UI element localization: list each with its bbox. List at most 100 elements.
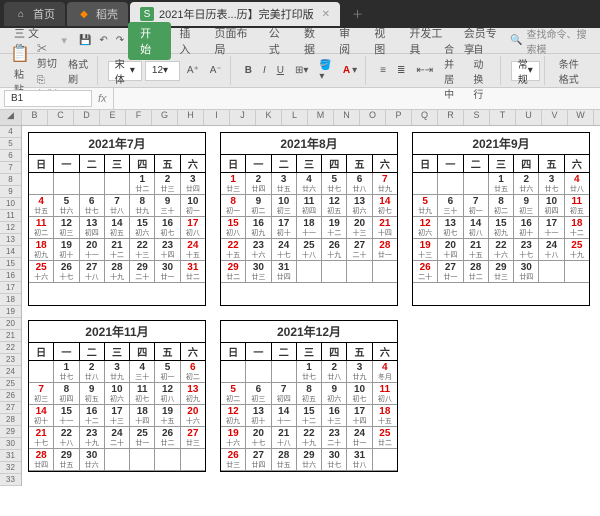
calendar-day: 14初七 (373, 195, 397, 217)
col-header[interactable]: R (438, 110, 464, 125)
col-header[interactable]: Q (412, 110, 438, 125)
row-header[interactable]: 23 (0, 354, 21, 366)
indent-icon[interactable]: ⇤⇥ (412, 63, 437, 78)
col-header[interactable]: O (360, 110, 386, 125)
close-icon[interactable]: ✕ (322, 9, 330, 20)
save-icon[interactable]: 💾 (75, 33, 95, 48)
row-header[interactable]: 18 (0, 294, 21, 306)
align-icon[interactable]: ≡ (376, 63, 390, 78)
row-header[interactable]: 13 (0, 234, 21, 246)
col-header[interactable]: C (48, 110, 74, 125)
format-brush[interactable]: 格式刷 (64, 54, 93, 88)
font-shrink-icon[interactable]: A⁻ (206, 63, 226, 78)
menu-layout[interactable]: 页面布局 (206, 22, 260, 60)
name-box[interactable]: B1 (4, 90, 92, 107)
tab-dock[interactable]: ◆稻壳 (67, 2, 128, 26)
menu-start[interactable]: 开始 (128, 22, 171, 60)
row-header[interactable]: 5 (0, 138, 21, 150)
fill-icon[interactable]: 🪣▾ (315, 58, 335, 84)
col-header[interactable]: V (542, 110, 568, 125)
row-header[interactable]: 9 (0, 186, 21, 198)
row-header[interactable]: 30 (0, 438, 21, 450)
row-header[interactable]: 21 (0, 330, 21, 342)
row-header[interactable]: 14 (0, 246, 21, 258)
size-combo[interactable]: 12 ▾ (145, 61, 180, 81)
col-header[interactable]: W (568, 110, 594, 125)
weekday-header: 六 (373, 343, 397, 361)
row-header[interactable]: 33 (0, 474, 21, 486)
row-header[interactable]: 24 (0, 366, 21, 378)
valign-icon[interactable]: ≣ (393, 63, 409, 78)
row-header[interactable]: 8 (0, 174, 21, 186)
fx-icon[interactable]: fx (92, 93, 113, 105)
formula-input[interactable] (113, 88, 600, 109)
col-header[interactable]: P (386, 110, 412, 125)
row-header[interactable]: 4 (0, 126, 21, 138)
condfmt-button[interactable]: 条件格式 (555, 54, 590, 88)
row-header[interactable]: 16 (0, 270, 21, 282)
col-header[interactable]: J (230, 110, 256, 125)
col-header[interactable]: E (100, 110, 126, 125)
row-header[interactable]: 6 (0, 150, 21, 162)
calendar-day: 23十四 (155, 239, 180, 261)
col-header[interactable]: S (464, 110, 490, 125)
weekday-header: 一 (246, 155, 271, 173)
row-header[interactable]: 31 (0, 450, 21, 462)
paste-icon[interactable]: 📋 (10, 44, 30, 64)
menu-data[interactable]: 数据 (296, 22, 331, 60)
row-header[interactable]: 15 (0, 258, 21, 270)
row-header[interactable]: 20 (0, 318, 21, 330)
menu-formula[interactable]: 公式 (261, 22, 296, 60)
row-header[interactable]: 7 (0, 162, 21, 174)
menu-view[interactable]: 视图 (366, 22, 401, 60)
font-combo[interactable]: 宋体 ▾ (108, 61, 142, 81)
col-header[interactable]: U (516, 110, 542, 125)
row-header[interactable]: 26 (0, 390, 21, 402)
col-header[interactable]: I (204, 110, 230, 125)
format-combo[interactable]: 常规 ▾ (511, 61, 540, 81)
color-icon[interactable]: A▾ (339, 63, 361, 78)
col-header[interactable]: F (126, 110, 152, 125)
col-header[interactable]: K (256, 110, 282, 125)
row-header[interactable]: 27 (0, 402, 21, 414)
row-header[interactable]: 19 (0, 306, 21, 318)
weekday-header: 四 (322, 155, 347, 173)
underline-icon[interactable]: U (273, 63, 288, 78)
weekday-header: 一 (438, 155, 463, 173)
redo-icon[interactable]: ↷ (112, 33, 128, 48)
sheet: ◢ BCDEFGHIJKLMNOPQRSTUVW 456789101112131… (0, 110, 600, 516)
row-header[interactable]: 12 (0, 222, 21, 234)
row-header[interactable]: 22 (0, 342, 21, 354)
italic-icon[interactable]: I (259, 63, 270, 78)
row-header[interactable]: 28 (0, 414, 21, 426)
calendar-day: 15初六 (130, 217, 155, 239)
col-header[interactable]: D (74, 110, 100, 125)
cut-button[interactable]: ✂ 剪切 (33, 38, 61, 72)
bold-icon[interactable]: B (241, 63, 256, 78)
col-header[interactable]: L (282, 110, 308, 125)
col-header[interactable]: G (152, 110, 178, 125)
font-grow-icon[interactable]: A⁺ (183, 63, 203, 78)
col-header[interactable]: H (178, 110, 204, 125)
border-icon[interactable]: ⊞▾ (291, 63, 312, 78)
menu-insert[interactable]: 插入 (171, 22, 206, 60)
row-header[interactable]: 25 (0, 378, 21, 390)
row-header[interactable]: 10 (0, 198, 21, 210)
search-box[interactable]: 🔍查找命令、搜索模 (510, 26, 594, 56)
calendar-day: 26十九 (322, 239, 347, 261)
col-header[interactable]: B (22, 110, 48, 125)
calendar-day: 6初二 (181, 361, 205, 383)
col-header[interactable]: N (334, 110, 360, 125)
col-header[interactable]: M (308, 110, 334, 125)
col-header[interactable]: T (490, 110, 516, 125)
row-header[interactable]: 11 (0, 210, 21, 222)
calendar-day: 22十六 (489, 239, 514, 261)
calendar-day: 10初三 (272, 195, 297, 217)
grid[interactable]: 2021年7月日一二三四五六1廿二2廿三3廿四4廿五5廿六6廿七7廿八8廿九9三… (22, 126, 600, 516)
row-header[interactable]: 17 (0, 282, 21, 294)
undo-icon[interactable]: ↶ (95, 33, 111, 48)
select-all[interactable]: ◢ (0, 110, 22, 125)
row-header[interactable]: 32 (0, 462, 21, 474)
row-header[interactable]: 29 (0, 426, 21, 438)
menu-review[interactable]: 审阅 (331, 22, 366, 60)
